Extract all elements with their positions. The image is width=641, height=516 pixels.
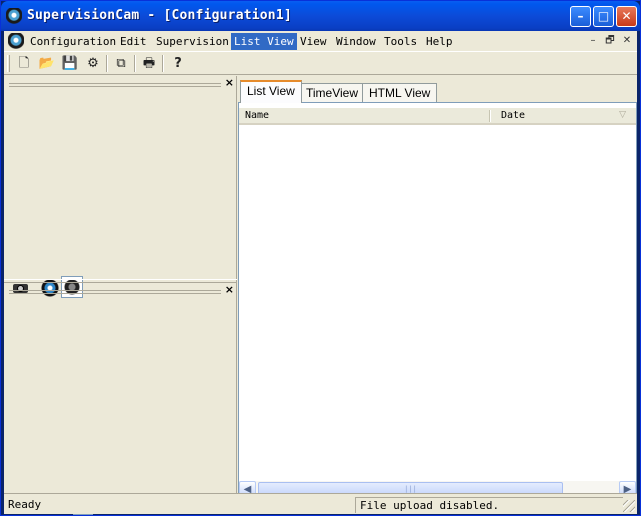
pane-grip[interactable] [9,83,221,87]
menu-window[interactable]: Window [333,33,379,50]
menu-supervision[interactable]: Supervision [153,33,232,50]
status-text: Ready [8,498,42,511]
print-icon[interactable]: 🖶 [139,54,159,73]
column-resize-handle[interactable] [489,110,491,122]
camera-pane-header[interactable]: × [6,76,237,89]
tab-strip: List View TimeView HTML View [238,76,637,103]
pane-grip[interactable] [9,290,221,294]
window-title: SupervisionCam - [Configuration1] [27,8,292,23]
camera-pane-close-icon[interactable]: × [225,76,234,89]
toolbar-separator [106,55,108,72]
maximize-button[interactable]: □ [593,6,614,27]
new-icon[interactable]: 🗋 [14,54,34,73]
left-dock-panel: × × ⏮ ◀ ▶ ⏭ ■ ▷ [4,76,237,515]
resize-grip[interactable] [623,500,635,512]
mdi-restore-button[interactable]: 🗗 [603,34,617,47]
toolbar-separator [162,55,164,72]
status-bar: Ready File upload disabled. [4,493,637,514]
client-area: Configuration Edit Supervision List View… [4,31,637,515]
tab-list-view[interactable]: List View [240,80,302,103]
player-pane-header[interactable]: × [6,283,237,296]
toolbar-separator [134,55,136,72]
open-icon[interactable]: 📂 [37,54,57,73]
app-window: SupervisionCam - [Configuration1] – □ ✕ … [0,0,641,516]
menu-bar: Configuration Edit Supervision List View… [4,31,637,51]
list-header: Name Date ▽ [239,108,636,125]
menu-edit[interactable]: Edit [117,33,150,50]
column-header-date[interactable]: Date [495,108,636,123]
close-button[interactable]: ✕ [616,6,637,27]
title-bar[interactable]: SupervisionCam - [Configuration1] – □ ✕ [1,1,640,31]
properties-icon[interactable]: ⚙ [83,54,103,73]
column-header-name[interactable]: Name [239,108,489,123]
tab-time-view[interactable]: TimeView [299,83,366,103]
copy-icon[interactable]: ⧉ [111,54,131,73]
toolbar-grip[interactable] [7,55,10,72]
menu-tools[interactable]: Tools [381,33,420,50]
tab-html-view[interactable]: HTML View [362,83,438,103]
document-camera-icon[interactable] [8,33,24,49]
save-icon[interactable]: 💾 [60,54,80,73]
menu-configuration[interactable]: Configuration [27,33,119,50]
pane-splitter[interactable] [4,279,237,283]
app-camera-icon[interactable] [6,8,22,24]
minimize-button[interactable]: – [570,6,591,27]
mdi-close-button[interactable]: ✕ [620,34,634,47]
player-pane-close-icon[interactable]: × [225,283,234,296]
sort-arrow-icon: ▽ [619,110,626,120]
toolbar: 🗋 📂 💾 ⚙ ⧉ 🖶 ? [4,51,637,75]
menu-view[interactable]: View [297,33,330,50]
file-list[interactable]: Name Date ▽ ◀ ||| ▶ [238,102,637,499]
help-icon[interactable]: ? [168,54,188,73]
upload-status: File upload disabled. [355,497,623,513]
menu-help[interactable]: Help [423,33,456,50]
mdi-minimize-button[interactable]: – [586,34,600,47]
menu-list-view[interactable]: List View [231,33,297,50]
